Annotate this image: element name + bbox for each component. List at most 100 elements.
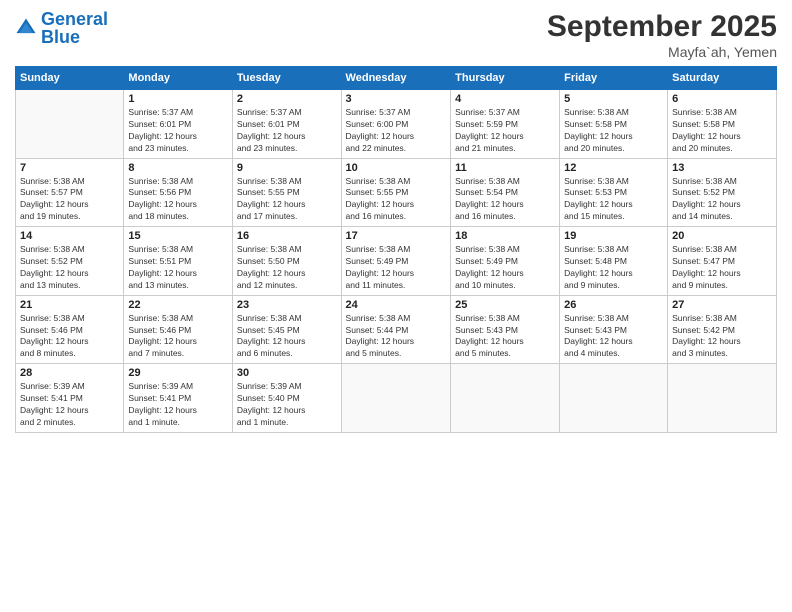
calendar-week-row: 14 Sunrise: 5:38 AM Sunset: 5:52 PM Dayli…	[16, 227, 777, 296]
day-number: 14	[20, 230, 119, 242]
table-row: 20 Sunrise: 5:38 AM Sunset: 5:47 PM Dayli…	[668, 227, 777, 296]
table-row: 12 Sunrise: 5:38 AM Sunset: 5:53 PM Dayli…	[560, 158, 668, 227]
day-info: Sunrise: 5:38 AM Sunset: 5:43 PM Dayligh…	[564, 313, 663, 361]
table-row: 18 Sunrise: 5:38 AM Sunset: 5:49 PM Dayli…	[451, 227, 560, 296]
day-number: 7	[20, 162, 119, 174]
header: General Blue September 2025 Mayfa`ah, Ye…	[15, 10, 777, 60]
day-info: Sunrise: 5:38 AM Sunset: 5:51 PM Dayligh…	[128, 244, 228, 292]
logo: General Blue	[15, 10, 108, 46]
day-info: Sunrise: 5:38 AM Sunset: 5:46 PM Dayligh…	[128, 313, 228, 361]
table-row: 19 Sunrise: 5:38 AM Sunset: 5:48 PM Dayli…	[560, 227, 668, 296]
table-row	[560, 364, 668, 433]
day-number: 29	[128, 367, 228, 379]
day-number: 16	[237, 230, 337, 242]
day-info: Sunrise: 5:38 AM Sunset: 5:42 PM Dayligh…	[672, 313, 772, 361]
day-number: 13	[672, 162, 772, 174]
calendar-week-row: 7 Sunrise: 5:38 AM Sunset: 5:57 PM Daylig…	[16, 158, 777, 227]
day-info: Sunrise: 5:39 AM Sunset: 5:41 PM Dayligh…	[20, 381, 119, 429]
calendar-table: Sunday Monday Tuesday Wednesday Thursday…	[15, 66, 777, 433]
table-row: 25 Sunrise: 5:38 AM Sunset: 5:43 PM Dayli…	[451, 295, 560, 364]
day-info: Sunrise: 5:37 AM Sunset: 6:01 PM Dayligh…	[237, 107, 337, 155]
day-number: 30	[237, 367, 337, 379]
day-number: 27	[672, 299, 772, 311]
table-row: 28Sunrise: 5:39 AM Sunset: 5:41 PM Dayli…	[16, 364, 124, 433]
day-info: Sunrise: 5:38 AM Sunset: 5:46 PM Dayligh…	[20, 313, 119, 361]
day-number: 26	[564, 299, 663, 311]
day-info: Sunrise: 5:38 AM Sunset: 5:45 PM Dayligh…	[237, 313, 337, 361]
table-row: 17 Sunrise: 5:38 AM Sunset: 5:49 PM Dayli…	[341, 227, 451, 296]
table-row: 30Sunrise: 5:39 AM Sunset: 5:40 PM Dayli…	[232, 364, 341, 433]
header-monday: Monday	[124, 67, 233, 90]
table-row: 11 Sunrise: 5:38 AM Sunset: 5:54 PM Dayli…	[451, 158, 560, 227]
day-info: Sunrise: 5:38 AM Sunset: 5:49 PM Dayligh…	[455, 244, 555, 292]
day-info: Sunrise: 5:38 AM Sunset: 5:52 PM Dayligh…	[672, 176, 772, 224]
month-title: September 2025	[547, 10, 777, 44]
day-number: 15	[128, 230, 228, 242]
day-number: 18	[455, 230, 555, 242]
day-info: Sunrise: 5:38 AM Sunset: 5:58 PM Dayligh…	[672, 107, 772, 155]
table-row	[341, 364, 451, 433]
day-number: 2	[237, 93, 337, 105]
table-row: 24 Sunrise: 5:38 AM Sunset: 5:44 PM Dayli…	[341, 295, 451, 364]
table-row: 14 Sunrise: 5:38 AM Sunset: 5:52 PM Dayli…	[16, 227, 124, 296]
table-row: 13 Sunrise: 5:38 AM Sunset: 5:52 PM Dayli…	[668, 158, 777, 227]
day-number: 11	[455, 162, 555, 174]
table-row: 29 Sunrise: 5:39 AM Sunset: 5:41 PM Dayli…	[124, 364, 233, 433]
table-row: 21 Sunrise: 5:38 AM Sunset: 5:46 PM Dayli…	[16, 295, 124, 364]
header-friday: Friday	[560, 67, 668, 90]
day-info: Sunrise: 5:38 AM Sunset: 5:55 PM Dayligh…	[237, 176, 337, 224]
logo-icon	[15, 17, 37, 39]
day-info: Sunrise: 5:38 AM Sunset: 5:52 PM Dayligh…	[20, 244, 119, 292]
table-row	[16, 90, 124, 159]
day-info: Sunrise: 5:38 AM Sunset: 5:56 PM Dayligh…	[128, 176, 228, 224]
subtitle: Mayfa`ah, Yemen	[547, 44, 777, 60]
day-number: 22	[128, 299, 228, 311]
header-saturday: Saturday	[668, 67, 777, 90]
day-info: Sunrise: 5:38 AM Sunset: 5:49 PM Dayligh…	[346, 244, 447, 292]
day-info: Sunrise: 5:37 AM Sunset: 6:00 PM Dayligh…	[346, 107, 447, 155]
day-number: 3	[346, 93, 447, 105]
table-row: 27 Sunrise: 5:38 AM Sunset: 5:42 PM Dayli…	[668, 295, 777, 364]
table-row: 10Sunrise: 5:38 AM Sunset: 5:55 PM Dayli…	[341, 158, 451, 227]
day-number: 9	[237, 162, 337, 174]
logo-text: General	[41, 10, 108, 28]
table-row	[668, 364, 777, 433]
day-number: 6	[672, 93, 772, 105]
day-info: Sunrise: 5:38 AM Sunset: 5:47 PM Dayligh…	[672, 244, 772, 292]
day-number: 17	[346, 230, 447, 242]
day-info: Sunrise: 5:38 AM Sunset: 5:53 PM Dayligh…	[564, 176, 663, 224]
title-block: September 2025 Mayfa`ah, Yemen	[547, 10, 777, 60]
table-row: 9 Sunrise: 5:38 AM Sunset: 5:55 PM Daylig…	[232, 158, 341, 227]
day-number: 24	[346, 299, 447, 311]
page: General Blue September 2025 Mayfa`ah, Ye…	[0, 0, 792, 612]
table-row: 23Sunrise: 5:38 AM Sunset: 5:45 PM Dayli…	[232, 295, 341, 364]
table-row: 26 Sunrise: 5:38 AM Sunset: 5:43 PM Dayli…	[560, 295, 668, 364]
header-sunday: Sunday	[16, 67, 124, 90]
day-number: 21	[20, 299, 119, 311]
day-number: 19	[564, 230, 663, 242]
table-row: 5Sunrise: 5:38 AM Sunset: 5:58 PM Daylig…	[560, 90, 668, 159]
calendar-week-row: 21 Sunrise: 5:38 AM Sunset: 5:46 PM Dayli…	[16, 295, 777, 364]
calendar-week-row: 28Sunrise: 5:39 AM Sunset: 5:41 PM Dayli…	[16, 364, 777, 433]
day-info: Sunrise: 5:38 AM Sunset: 5:48 PM Dayligh…	[564, 244, 663, 292]
header-tuesday: Tuesday	[232, 67, 341, 90]
day-number: 25	[455, 299, 555, 311]
table-row	[451, 364, 560, 433]
weekday-header-row: Sunday Monday Tuesday Wednesday Thursday…	[16, 67, 777, 90]
header-thursday: Thursday	[451, 67, 560, 90]
table-row: 2 Sunrise: 5:37 AM Sunset: 6:01 PM Daylig…	[232, 90, 341, 159]
day-number: 12	[564, 162, 663, 174]
header-wednesday: Wednesday	[341, 67, 451, 90]
day-number: 8	[128, 162, 228, 174]
day-number: 20	[672, 230, 772, 242]
day-info: Sunrise: 5:39 AM Sunset: 5:41 PM Dayligh…	[128, 381, 228, 429]
day-number: 5	[564, 93, 663, 105]
day-info: Sunrise: 5:37 AM Sunset: 5:59 PM Dayligh…	[455, 107, 555, 155]
day-info: Sunrise: 5:38 AM Sunset: 5:43 PM Dayligh…	[455, 313, 555, 361]
day-info: Sunrise: 5:38 AM Sunset: 5:57 PM Dayligh…	[20, 176, 119, 224]
day-info: Sunrise: 5:38 AM Sunset: 5:50 PM Dayligh…	[237, 244, 337, 292]
day-info: Sunrise: 5:38 AM Sunset: 5:54 PM Dayligh…	[455, 176, 555, 224]
day-info: Sunrise: 5:38 AM Sunset: 5:44 PM Dayligh…	[346, 313, 447, 361]
day-number: 1	[128, 93, 228, 105]
day-info: Sunrise: 5:37 AM Sunset: 6:01 PM Dayligh…	[128, 107, 228, 155]
